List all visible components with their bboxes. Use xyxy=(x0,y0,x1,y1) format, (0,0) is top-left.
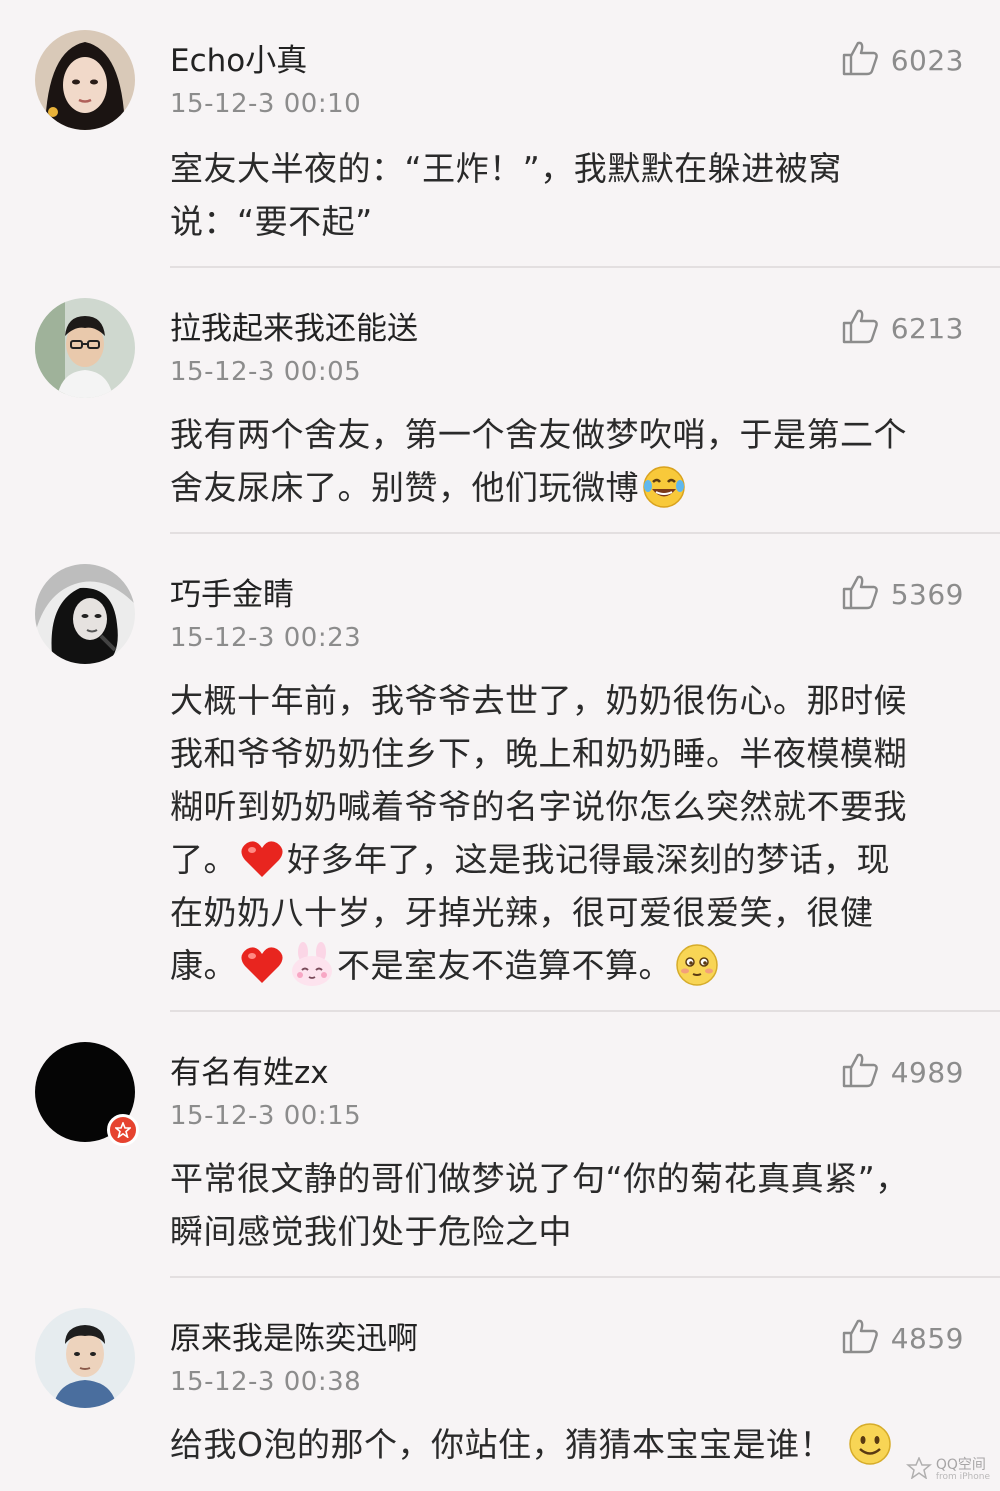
comment-line: 平常很文静的哥们做梦说了句“你的菊花真真紧”， xyxy=(170,1159,909,1198)
smile-face-emoji xyxy=(847,1421,893,1467)
comment-line: 康。 xyxy=(170,946,237,985)
divider xyxy=(170,266,1000,268)
comment-line: 在奶奶八十岁，牙掉光辣，很可爱很爱笑，很健 xyxy=(170,893,874,932)
like-button[interactable]: 6213 xyxy=(841,308,964,348)
username[interactable]: 巧手金睛 xyxy=(170,576,294,614)
like-count: 6023 xyxy=(890,43,964,77)
shy-face-emoji xyxy=(674,942,720,988)
timestamp: 15-12-3 00:38 xyxy=(170,1367,362,1397)
comment-line: 我和爷爷奶奶住乡下，晚上和奶奶睡。半夜模模糊 xyxy=(170,734,907,773)
divider xyxy=(170,1276,1000,1278)
like-count: 4859 xyxy=(890,1321,964,1355)
comment-line: 不是室友不造算不算。 xyxy=(337,946,672,985)
comment-text: 平常很文静的哥们做梦说了句“你的菊花真真紧”， 瞬间感觉我们处于危险之中 xyxy=(170,1152,970,1258)
comment-line: 了。 xyxy=(170,840,237,879)
avatar[interactable] xyxy=(35,1042,139,1146)
comment-feed: Echo小真 15-12-3 00:10 6023 室友大半夜的：“王炸！”，我… xyxy=(0,0,1000,1491)
comment-line: 舍友尿床了。别赞，他们玩微博 xyxy=(170,468,639,507)
thumbs-up-icon xyxy=(841,1052,879,1092)
avatar[interactable] xyxy=(35,564,135,664)
thumbs-up-icon xyxy=(841,40,879,80)
comment-line: 糊听到奶奶喊着爷爷的名字说你怎么突然就不要我 xyxy=(170,787,907,826)
thumbs-up-icon xyxy=(841,308,879,348)
like-button[interactable]: 6023 xyxy=(841,40,964,80)
comment-text: 我有两个舍友，第一个舍友做梦吹哨，于是第二个 舍友尿床了。别赞，他们玩微博 xyxy=(170,408,970,514)
like-button[interactable]: 4989 xyxy=(841,1052,964,1092)
timestamp: 15-12-3 00:05 xyxy=(170,357,362,387)
comment-text: 室友大半夜的：“王炸！”，我默默在躲进被窝 说：“要不起” xyxy=(170,142,970,248)
username[interactable]: Echo小真 xyxy=(170,42,307,80)
timestamp: 15-12-3 00:23 xyxy=(170,623,362,653)
thumbs-up-icon xyxy=(841,574,879,614)
avatar[interactable] xyxy=(35,30,135,130)
comment-line: 大概十年前，我爷爷去世了，奶奶很伤心。那时候 xyxy=(170,681,907,720)
red-heart-emoji xyxy=(239,836,285,882)
laughing-tears-emoji xyxy=(641,464,687,510)
pink-bunny-emoji xyxy=(289,941,335,988)
comment-line: 给我O泡的那个，你站住，猜猜本宝宝是谁！ xyxy=(170,1425,833,1464)
username[interactable]: 有名有姓zx xyxy=(170,1054,329,1092)
like-button[interactable]: 4859 xyxy=(841,1318,964,1358)
avatar[interactable] xyxy=(35,298,135,398)
comment-line: 说：“要不起” xyxy=(170,202,373,241)
comment-text: 给我O泡的那个，你站住，猜猜本宝宝是谁！ xyxy=(170,1418,970,1471)
comment-line: 瞬间感觉我们处于危险之中 xyxy=(170,1212,572,1251)
comment-line: 我有两个舍友，第一个舍友做梦吹哨，于是第二个 xyxy=(170,415,907,454)
divider xyxy=(170,532,1000,534)
red-heart-emoji xyxy=(239,942,285,988)
timestamp: 15-12-3 00:15 xyxy=(170,1101,362,1131)
like-count: 4989 xyxy=(890,1055,964,1089)
star-logo-icon xyxy=(905,1456,932,1483)
avatar[interactable] xyxy=(35,1308,135,1408)
watermark: QQ空间 from iPhone xyxy=(905,1456,990,1483)
divider xyxy=(170,1010,1000,1012)
comment-line: 好多年了，这是我记得最深刻的梦话，现 xyxy=(287,840,890,879)
username[interactable]: 原来我是陈奕迅啊 xyxy=(170,1320,418,1358)
like-count: 5369 xyxy=(890,577,964,611)
timestamp: 15-12-3 00:10 xyxy=(170,89,362,119)
like-count: 6213 xyxy=(890,311,964,345)
verified-badge-icon xyxy=(107,1114,139,1146)
watermark-title: QQ空间 xyxy=(935,1457,986,1473)
username[interactable]: 拉我起来我还能送 xyxy=(170,310,418,348)
thumbs-up-icon xyxy=(841,1318,879,1358)
comment-text: 大概十年前，我爷爷去世了，奶奶很伤心。那时候 我和爷爷奶奶住乡下，晚上和奶奶睡。… xyxy=(170,674,970,992)
watermark-subtitle: from iPhone xyxy=(935,1472,990,1482)
comment-line: 室友大半夜的：“王炸！”，我默默在躲进被窝 xyxy=(170,149,842,188)
like-button[interactable]: 5369 xyxy=(841,574,964,614)
